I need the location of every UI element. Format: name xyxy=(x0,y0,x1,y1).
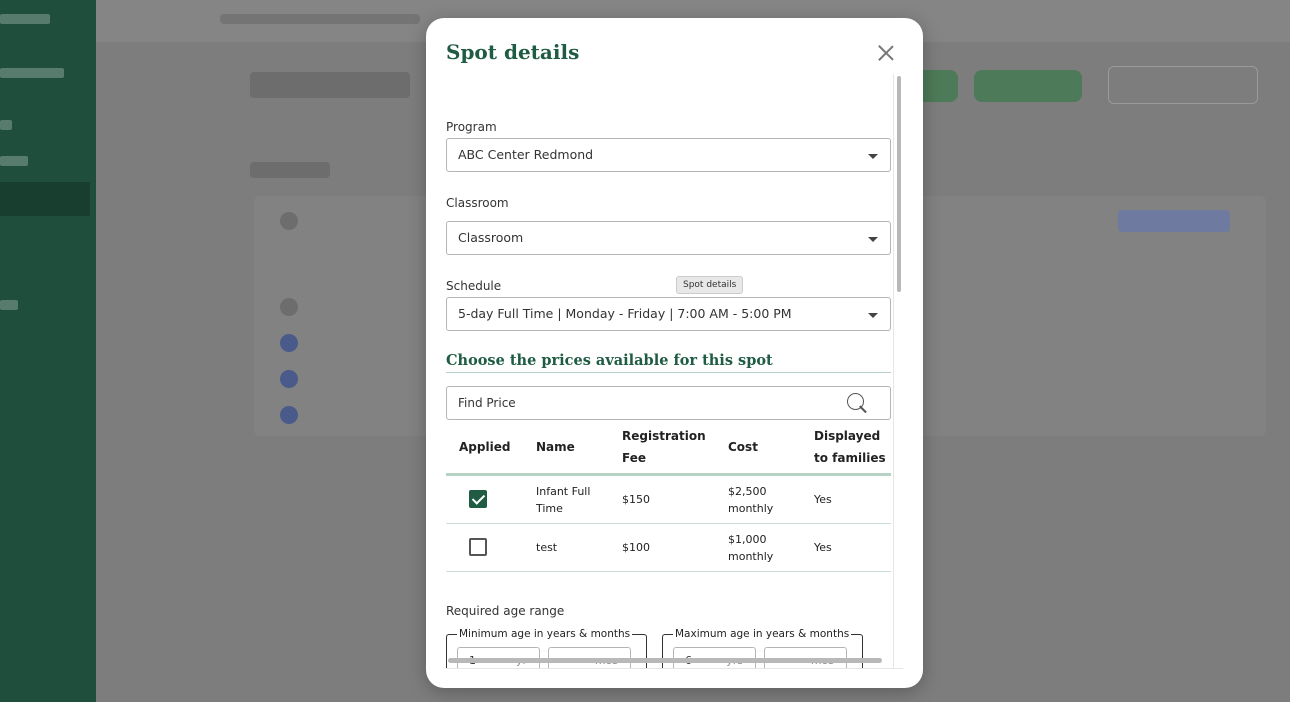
age-range-label: Required age range xyxy=(446,604,565,618)
bg-row-icon xyxy=(280,298,298,316)
max-age-legend: Maximum age in years & months xyxy=(673,628,852,640)
sidebar-item xyxy=(0,68,64,78)
col-name: Name xyxy=(536,440,575,454)
row-name: Infant Full Time xyxy=(536,485,591,515)
applied-checkbox[interactable] xyxy=(469,490,487,508)
schedule-select-value: 5-day Full Time | Monday - Friday | 7:00… xyxy=(458,306,792,321)
app-sidebar xyxy=(0,0,96,702)
classroom-select[interactable]: Classroom xyxy=(446,221,891,255)
vertical-scrollbar[interactable] xyxy=(893,74,903,668)
classroom-label: Classroom xyxy=(446,196,509,210)
col-displayed: Displayed to families xyxy=(814,429,886,465)
vertical-scroll-thumb[interactable] xyxy=(897,76,901,292)
bg-row-icon xyxy=(280,406,298,424)
spot-details-modal: Spot details Program ABC Center Redmond … xyxy=(426,18,923,688)
sidebar-item-active xyxy=(0,182,90,216)
schedule-label: Schedule xyxy=(446,279,502,293)
bg-button xyxy=(1118,210,1230,232)
chevron-down-icon xyxy=(868,154,878,159)
col-cost: Cost xyxy=(728,440,758,454)
find-price-placeholder: Find Price xyxy=(458,396,516,410)
topbar-breadcrumb xyxy=(220,14,420,24)
search-icon[interactable] xyxy=(847,393,867,413)
program-select-value: ABC Center Redmond xyxy=(458,147,594,162)
sidebar-item xyxy=(0,300,18,310)
close-icon[interactable] xyxy=(875,42,897,64)
table-header: Applied Name Registration Fee Cost Displ… xyxy=(446,420,891,476)
prices-table: Applied Name Registration Fee Cost Displ… xyxy=(446,420,891,572)
chevron-down-icon xyxy=(868,237,878,242)
applied-checkbox[interactable] xyxy=(469,538,487,556)
section-divider xyxy=(446,372,891,373)
col-registration-fee: Registration Fee xyxy=(622,429,706,465)
row-cost: $1,000 monthly xyxy=(728,533,774,563)
table-row: test $100 $1,000 monthly Yes xyxy=(446,524,891,572)
divider xyxy=(446,668,903,669)
schedule-select[interactable]: 5-day Full Time | Monday - Friday | 7:00… xyxy=(446,297,891,331)
program-select[interactable]: ABC Center Redmond xyxy=(446,138,891,172)
min-age-legend: Minimum age in years & months xyxy=(457,628,633,640)
row-displayed: Yes xyxy=(814,493,832,506)
sidebar-item xyxy=(0,120,12,130)
horizontal-scroll-thumb[interactable] xyxy=(448,658,882,663)
find-price-input[interactable]: Find Price xyxy=(446,386,891,420)
table-row: Infant Full Time $150 $2,500 monthly Yes xyxy=(446,476,891,524)
row-cost: $2,500 monthly xyxy=(728,485,774,515)
bg-button xyxy=(974,70,1082,102)
sidebar-logo xyxy=(0,14,50,24)
tooltip: Spot details xyxy=(676,276,744,294)
col-applied: Applied xyxy=(459,440,511,454)
bg-select xyxy=(1108,66,1258,104)
classroom-select-value: Classroom xyxy=(458,230,524,245)
horizontal-scrollbar[interactable] xyxy=(446,656,888,664)
program-label: Program xyxy=(446,120,497,134)
row-displayed: Yes xyxy=(814,541,832,554)
prices-section-title: Choose the prices available for this spo… xyxy=(446,352,773,369)
modal-content: Program ABC Center Redmond Classroom Cla… xyxy=(446,74,891,668)
sidebar-item xyxy=(0,156,28,166)
bg-icon xyxy=(280,212,298,230)
bg-row-icon xyxy=(280,370,298,388)
row-name: test xyxy=(536,541,558,554)
modal-title: Spot details xyxy=(446,40,580,64)
page-title xyxy=(250,72,410,98)
row-registration-fee: $150 xyxy=(622,493,650,506)
row-registration-fee: $100 xyxy=(622,541,650,554)
bg-subtitle xyxy=(250,162,330,178)
bg-row-icon xyxy=(280,334,298,352)
chevron-down-icon xyxy=(868,313,878,318)
